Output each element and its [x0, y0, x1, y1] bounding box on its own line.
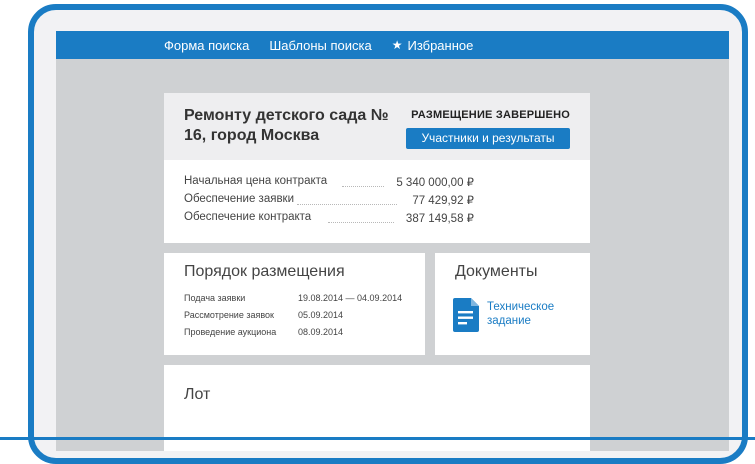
detail-value: 77 429,92 ₽: [412, 195, 474, 207]
nav-favorites[interactable]: ★ Избранное: [392, 38, 474, 53]
nav-label: Форма поиска: [164, 37, 250, 53]
screen: Форма поиска Шаблоны поиска ★ Избранное Р…: [56, 31, 729, 451]
nav-label: Шаблоны поиска: [269, 37, 372, 53]
dotted-leader: [342, 186, 384, 187]
status-label: РАЗМЕЩЕНИЕ ЗАВЕРШЕНО: [411, 109, 570, 121]
dotted-leader: [328, 222, 394, 223]
lot-title: Лот: [184, 386, 211, 403]
contract-card: Ремонту детского сада № 16, город Москва…: [164, 93, 590, 243]
contract-header: Ремонту детского сада № 16, город Москва…: [164, 93, 590, 160]
schedule-row: Рассмотрение заявок 05.09.2014: [184, 310, 424, 327]
detail-value: 5 340 000,00 ₽: [396, 177, 474, 189]
detail-label: Начальная цена контракта: [184, 175, 328, 187]
schedule-row: Подача заявки 19.08.2014 — 04.09.2014: [184, 293, 424, 310]
documents-card: Документы Техническое задание: [435, 253, 590, 355]
schedule-row: Проведение аукциона 08.09.2014: [184, 327, 424, 344]
contract-details: Начальная цена контракта 5 340 000,00 ₽ …: [184, 175, 474, 229]
nav-search-form[interactable]: Форма поиска: [164, 38, 249, 53]
schedule-value: 08.09.2014: [298, 327, 344, 337]
top-nav: Форма поиска Шаблоны поиска ★ Избранное: [56, 31, 729, 59]
nav-search-templates[interactable]: Шаблоны поиска: [269, 38, 371, 53]
participants-results-button[interactable]: Участники и результаты: [406, 128, 570, 149]
star-icon: ★: [391, 38, 403, 52]
document-icon[interactable]: [453, 298, 479, 332]
doc-link-line: Техническое: [487, 301, 555, 313]
procedure-schedule: Подача заявки 19.08.2014 — 04.09.2014 Ра…: [184, 293, 424, 344]
detail-label: Обеспечение контракта: [184, 211, 312, 223]
dotted-leader: [297, 204, 397, 205]
schedule-label: Проведение аукциона: [184, 327, 277, 337]
detail-label: Обеспечение заявки: [184, 193, 295, 205]
documents-title: Документы: [455, 263, 538, 280]
detail-row: Обеспечение заявки 77 429,92 ₽: [184, 193, 474, 211]
tech-spec-link[interactable]: Техническое задание: [487, 300, 554, 328]
detail-row: Начальная цена контракта 5 340 000,00 ₽: [184, 175, 474, 193]
procedure-title: Порядок размещения: [184, 263, 345, 280]
contract-title: Ремонту детского сада № 16, город Москва: [184, 107, 389, 144]
schedule-label: Рассмотрение заявок: [184, 310, 274, 320]
schedule-value: 05.09.2014: [298, 310, 344, 320]
procedure-card: Порядок размещения Подача заявки 19.08.2…: [164, 253, 425, 355]
detail-row: Обеспечение контракта 387 149,58 ₽: [184, 211, 474, 229]
nav-label: Избранное: [407, 37, 474, 53]
schedule-value: 19.08.2014 — 04.09.2014: [298, 293, 403, 303]
doc-link-line: задание: [487, 315, 531, 327]
schedule-label: Подача заявки: [184, 293, 246, 303]
detail-value: 387 149,58 ₽: [405, 213, 474, 225]
